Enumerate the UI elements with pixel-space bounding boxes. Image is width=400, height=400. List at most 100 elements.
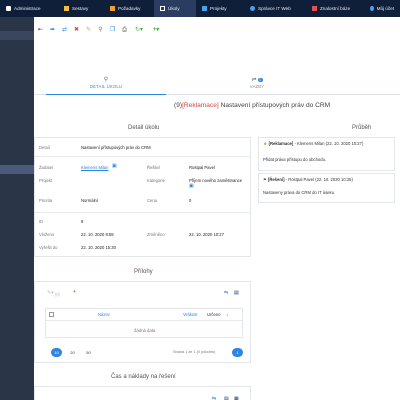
field-label: Řešitel [147, 165, 160, 170]
page-size-option[interactable]: 10 [51, 348, 62, 357]
history-heading: Průběh [352, 125, 372, 131]
history-tag: [Řešení] [267, 177, 285, 182]
sidebar-item-active[interactable] [0, 165, 34, 174]
sort-desc-icon: ↓ [226, 312, 229, 317]
nav-label: Můj účet [376, 6, 394, 11]
refresh-dropdown-button[interactable]: ↻▾ [132, 26, 146, 35]
tab-label: VAZBY [249, 84, 265, 89]
web-icon [250, 6, 255, 11]
back-button[interactable]: ⇤ [36, 26, 45, 35]
nav-label: Správce IT Web [258, 6, 291, 11]
nav-item-muj-ucet[interactable]: Můj účet [364, 0, 400, 17]
page-button[interactable]: 1 [232, 348, 243, 357]
main-panel: ⇤ ➦ ⇄ ✖ ✎ ⚲ ❐ ⎙ ↻▾ +▾ ⚲ DETAIL ÚKOLU ⇌ 1 … [34, 17, 400, 400]
field-label: Žadatel [39, 165, 53, 170]
sidebar-item[interactable] [0, 31, 34, 40]
attachments-table: Název Velikost Určeno ↓ Žádná data [45, 308, 243, 338]
task-name: Nastavení přístupových práv do CRM [220, 102, 331, 109]
page-size-option[interactable]: 50 [83, 348, 94, 357]
toolbar: ⇤ ➦ ⇄ ✖ ✎ ⚲ ❐ ⎙ ↻▾ +▾ [34, 17, 400, 43]
nav-item-pozadavky[interactable]: Požadavky [104, 0, 154, 17]
nav-label: Požadavky [118, 6, 141, 11]
attachments-card: ✎▾ (0) + ⇆ ▤ Název Velikost Určeno ↓ Žád… [34, 281, 251, 363]
price-value: 0 [189, 198, 192, 203]
empty-message: Žádná data [134, 328, 156, 333]
nav-label: Úkoly [168, 6, 180, 11]
report-icon [64, 6, 69, 11]
attach-button[interactable]: ⚲ [96, 26, 105, 35]
nav-label: Administrace [14, 6, 41, 11]
tasks-icon [160, 6, 165, 11]
nav-label: Sestavy [72, 6, 89, 11]
column-header-owner[interactable]: Určeno [207, 312, 221, 317]
request-icon [110, 6, 115, 11]
sidebar [0, 17, 34, 400]
history-text: Nastaveny práva do CRM do IT úseku. [263, 190, 336, 195]
divider [46, 320, 242, 321]
copy-button[interactable]: ❐ [108, 26, 117, 35]
changed-value: 22. 10. 2020 10:27 [189, 232, 224, 237]
history-item-header: ☻ [Reklamace] - Klemens Milan (22. 10. 2… [263, 141, 363, 146]
forward-button[interactable]: ➦ [48, 26, 57, 35]
user-icon [370, 6, 374, 11]
nav-item-administrace[interactable]: Administrace [0, 0, 58, 17]
history-meta: - Klemens Milan (22. 10. 2020 10:27) [293, 141, 364, 146]
category-value: Příjem nového zaměstnance [189, 178, 243, 183]
attachments-heading: Přílohy [134, 269, 153, 275]
tab-detail[interactable]: ⚲ DETAIL ÚKOLU [46, 75, 166, 95]
tab-badge: 1 [257, 78, 263, 82]
add-attachment-button[interactable]: + [73, 290, 76, 295]
link-icon: ⇌ 1 [251, 77, 263, 83]
task-number: (9) [174, 102, 183, 109]
detail-heading: Detail úkolu [128, 125, 160, 131]
costs-card: ⇆ ▤ ▦ [34, 386, 251, 400]
column-header-name[interactable]: Název [98, 312, 110, 317]
tab-bar: ⚲ DETAIL ÚKOLU ⇌ 1 VAZBY [34, 75, 400, 95]
detail-value: Nastavení přístupových práv do CRM [81, 145, 151, 150]
contact-card-icon[interactable]: ▣ [112, 164, 117, 169]
nav-item-spravce-it-web[interactable]: Správce IT Web [244, 0, 306, 17]
top-navigation: Administrace Sestavy Požadavky Úkoly Pro… [0, 0, 400, 17]
nav-label: Projekty [210, 6, 227, 11]
field-label: Kategorie [147, 178, 165, 183]
field-label: ID [39, 219, 44, 224]
field-label: Priorita [39, 198, 53, 203]
history-item-header: ⚑ [Řešení] - Rostpal Pavel (22. 10. 2020… [263, 177, 353, 182]
inserted-value: 22. 10. 2020 8:59 [81, 232, 114, 237]
edit-button[interactable]: ✎ [84, 26, 93, 35]
nav-item-znalostni-baze[interactable]: Znalostní báze [306, 0, 364, 17]
column-header-size[interactable]: Velikost [183, 312, 197, 317]
costs-heading: Čas a náklady na řešení [111, 374, 176, 380]
history-item: ⚑ [Řešení] - Rostpal Pavel (22. 10. 2020… [258, 173, 395, 203]
field-label: Vyřešit do [39, 245, 58, 250]
nav-item-projekty[interactable]: Projekty [196, 0, 244, 17]
nav-item-sestavy[interactable]: Sestavy [58, 0, 104, 17]
smile-icon: ☻ [263, 141, 268, 146]
category-detail-icon[interactable]: ▣ [189, 184, 194, 189]
export-icon[interactable]: ▤ [234, 291, 239, 296]
knowledge-icon [312, 6, 317, 11]
divider [35, 212, 250, 213]
refresh-icon[interactable]: ⇆ [224, 291, 228, 296]
select-all-checkbox[interactable] [49, 312, 54, 317]
detail-card: Detail Nastavení přístupových práv do CR… [34, 137, 251, 257]
field-label: Změněno [147, 232, 165, 237]
tab-vazby[interactable]: ⇌ 1 VAZBY [197, 75, 317, 95]
history-text: Přidat práva přístupu do obchodu. [263, 157, 327, 162]
print-button[interactable]: ⎙ [120, 26, 129, 35]
delete-button[interactable]: ✖ [72, 26, 81, 35]
search-icon: ⚲ [103, 77, 109, 83]
add-dropdown-button[interactable]: +▾ [149, 26, 163, 35]
page-title: (9)[Reklamace] Nastavení přístupových pr… [174, 102, 330, 109]
page-info: Strana 1 ze 1 (0 položek) [173, 350, 216, 354]
admin-icon [6, 6, 11, 11]
history-meta: - Rostpal Pavel (22. 10. 2020 10:25) [284, 177, 353, 182]
transfer-button[interactable]: ⇄ [60, 26, 69, 35]
page-size-option[interactable]: 20 [67, 348, 78, 357]
requester-link[interactable]: Klemens Milan [81, 165, 108, 170]
divider [35, 156, 250, 157]
task-tag: [Reklamace] [182, 102, 219, 109]
field-label: Cena [147, 198, 158, 203]
nav-item-ukoly[interactable]: Úkoly [154, 0, 196, 17]
batch-action-button[interactable]: ✎▾ [47, 291, 54, 296]
